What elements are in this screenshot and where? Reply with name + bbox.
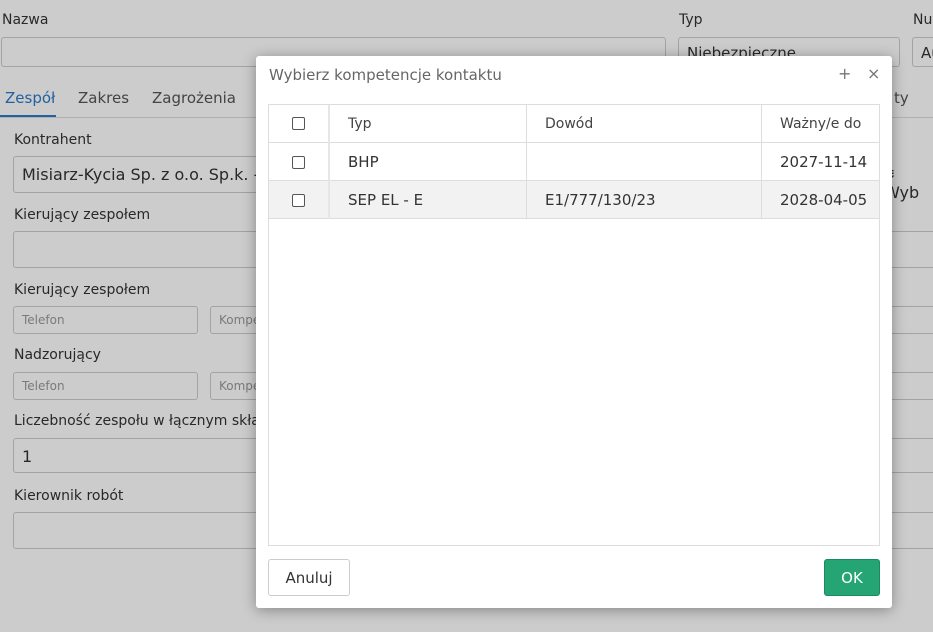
column-header-dowod[interactable]: Dowód — [526, 105, 762, 143]
table-row[interactable]: SEP EL - E E1/777/130/23 2028-04-05 — [269, 180, 879, 219]
cell-typ: BHP — [329, 142, 527, 181]
competence-grid: Typ Dowód Ważny/e do BHP 2027-11-14 SEP … — [268, 104, 880, 546]
cell-dowod — [526, 142, 762, 181]
row-checkbox-cell — [269, 180, 330, 219]
row-checkbox-cell — [269, 142, 330, 181]
column-header-typ[interactable]: Typ — [329, 105, 527, 143]
grid-header-row: Typ Dowód Ważny/e do — [269, 105, 879, 143]
ok-button[interactable]: OK — [824, 559, 880, 596]
cell-dowod: E1/777/130/23 — [526, 180, 762, 219]
row-checkbox[interactable] — [292, 193, 305, 207]
select-all-cell — [269, 105, 330, 143]
select-all-checkbox[interactable] — [292, 117, 305, 130]
cell-wazny: 2027-11-14 — [761, 142, 879, 181]
cell-typ: SEP EL - E — [329, 180, 527, 219]
cell-wazny: 2028-04-05 — [761, 180, 879, 219]
table-row[interactable]: BHP 2027-11-14 — [269, 142, 879, 181]
close-icon[interactable]: × — [867, 64, 880, 83]
dialog-title: Wybierz kompetencje kontaktu — [269, 66, 502, 84]
competence-dialog: Wybierz kompetencje kontaktu + × Typ Dow… — [256, 56, 892, 608]
column-header-wazny[interactable]: Ważny/e do — [761, 105, 879, 143]
row-checkbox[interactable] — [292, 155, 305, 169]
plus-icon[interactable]: + — [838, 64, 851, 83]
cancel-button[interactable]: Anuluj — [268, 559, 350, 596]
